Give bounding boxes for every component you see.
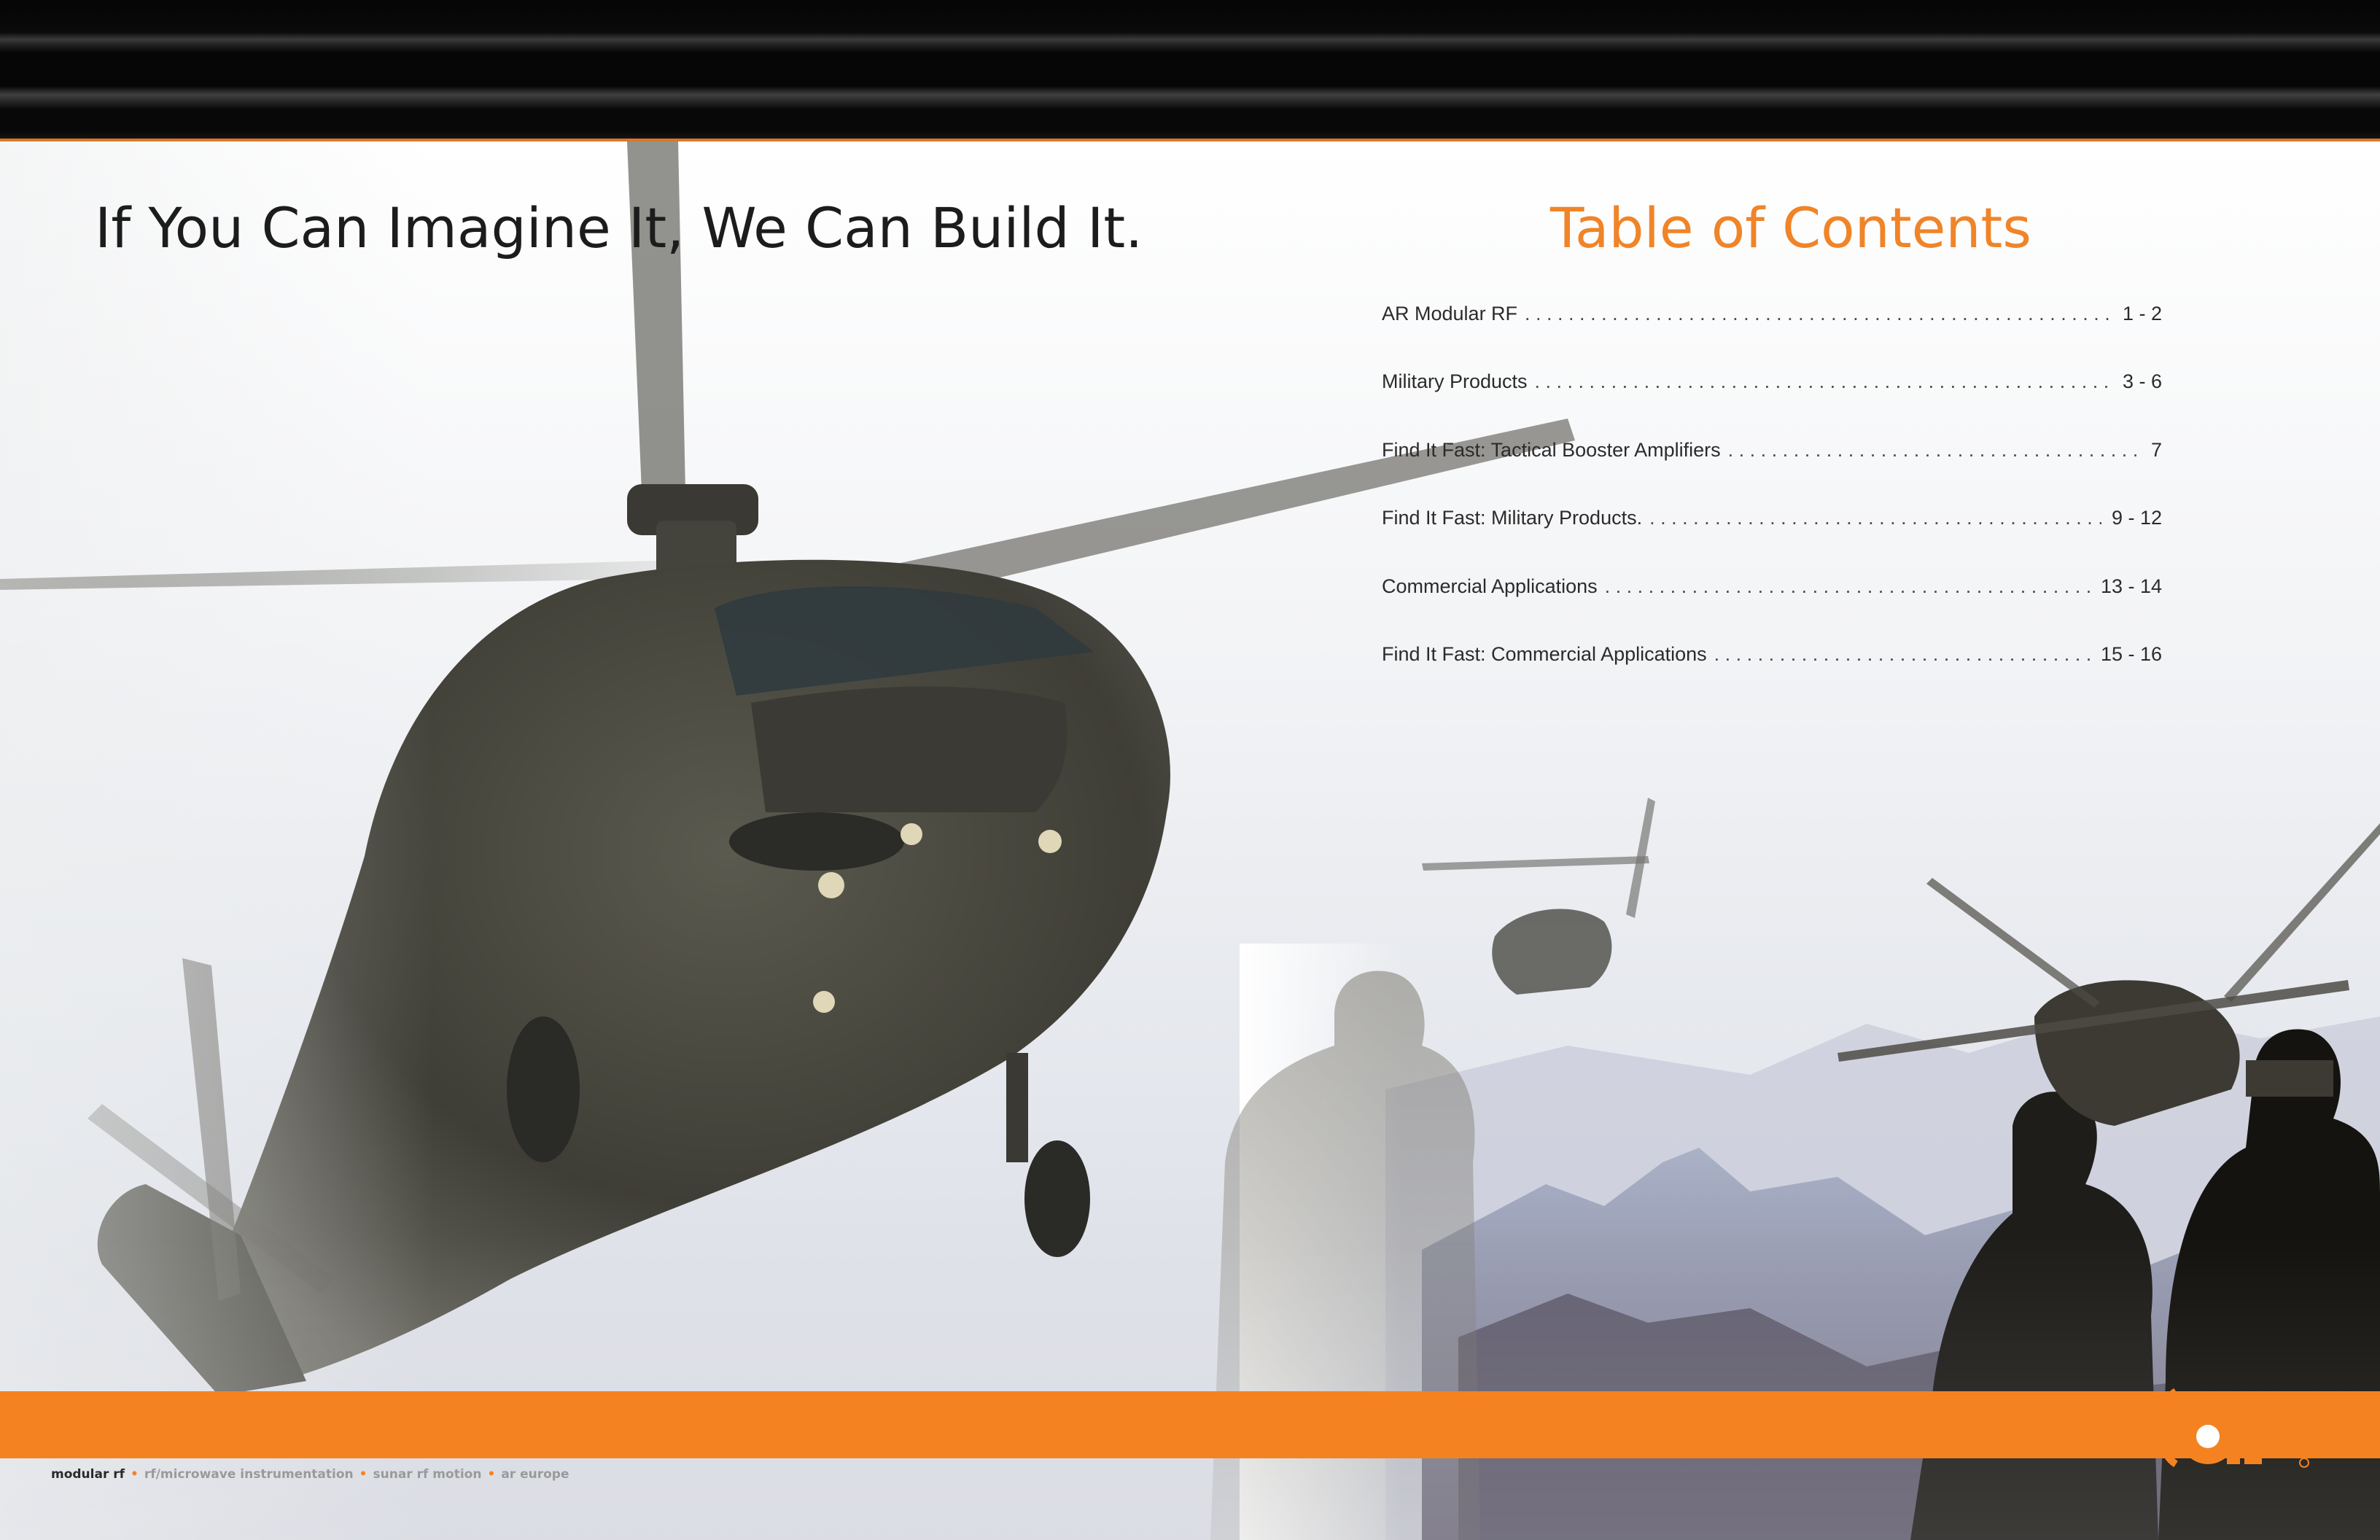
toc-dot-leader xyxy=(1725,439,2141,462)
toc-dot-leader xyxy=(1532,370,2112,393)
division-rf-microwave: rf/microwave instrumentation xyxy=(144,1467,354,1482)
toc-entry-pages: 7 xyxy=(2150,438,2162,461)
brochure-spread: If You Can Imagine It, We Can Build It. … xyxy=(0,0,2380,1540)
footer-division-list: modular rf • rf/microwave instrumentation •… xyxy=(51,1467,569,1482)
orange-footer-band xyxy=(0,1391,2380,1458)
toc-entry[interactable]: Military Products 3 - 6 xyxy=(1382,370,2162,438)
toc-title: Table of Contents xyxy=(1550,195,2031,260)
bullet-separator: • xyxy=(131,1467,139,1482)
toc-entry-pages: 9 - 12 xyxy=(2111,507,2162,529)
toc-entry-label: Find It Fast: Military Products. xyxy=(1382,507,1643,529)
bullet-separator: • xyxy=(487,1467,496,1482)
toc-entry[interactable]: Find It Fast: Military Products. 9 - 12 xyxy=(1382,507,2162,575)
toc-dot-leader xyxy=(1602,575,2091,598)
orange-divider-line xyxy=(0,139,2380,141)
division-modular-rf: modular rf xyxy=(51,1467,125,1482)
toc-dot-leader xyxy=(1522,303,2112,325)
division-ar-europe: ar europe xyxy=(501,1467,569,1482)
toc-entry[interactable]: Commercial Applications 13 - 14 xyxy=(1382,575,2162,643)
ar-logo xyxy=(2155,1388,2309,1468)
toc-entry-label: Find It Fast: Tactical Booster Amplifier… xyxy=(1382,438,1721,461)
toc-list: AR Modular RF 1 - 2 Military Products 3 … xyxy=(1382,303,2162,711)
toc-entry[interactable]: AR Modular RF 1 - 2 xyxy=(1382,303,2162,370)
top-banner xyxy=(0,0,2380,140)
toc-entry[interactable]: Find It Fast: Tactical Booster Amplifier… xyxy=(1382,439,2162,507)
toc-entry-label: AR Modular RF xyxy=(1382,303,1518,324)
toc-entry-label: Military Products xyxy=(1382,370,1528,393)
toc-entry-label: Find It Fast: Commercial Applications xyxy=(1382,642,1707,665)
toc-entry-pages: 13 - 14 xyxy=(2100,575,2162,597)
toc-entry-pages: 15 - 16 xyxy=(2100,642,2162,665)
bullet-separator: • xyxy=(359,1467,368,1482)
toc-entry[interactable]: Find It Fast: Commercial Applications 15… xyxy=(1382,643,2162,711)
toc-entry-label: Commercial Applications xyxy=(1382,575,1598,597)
page-headline: If You Can Imagine It, We Can Build It. xyxy=(95,195,1143,260)
toc-entry-pages: 3 - 6 xyxy=(2122,370,2162,393)
division-sunar-rf-motion: sunar rf motion xyxy=(373,1467,482,1482)
toc-dot-leader xyxy=(1711,643,2091,666)
toc-dot-leader xyxy=(1646,507,2101,529)
toc-entry-pages: 1 - 2 xyxy=(2122,303,2162,324)
